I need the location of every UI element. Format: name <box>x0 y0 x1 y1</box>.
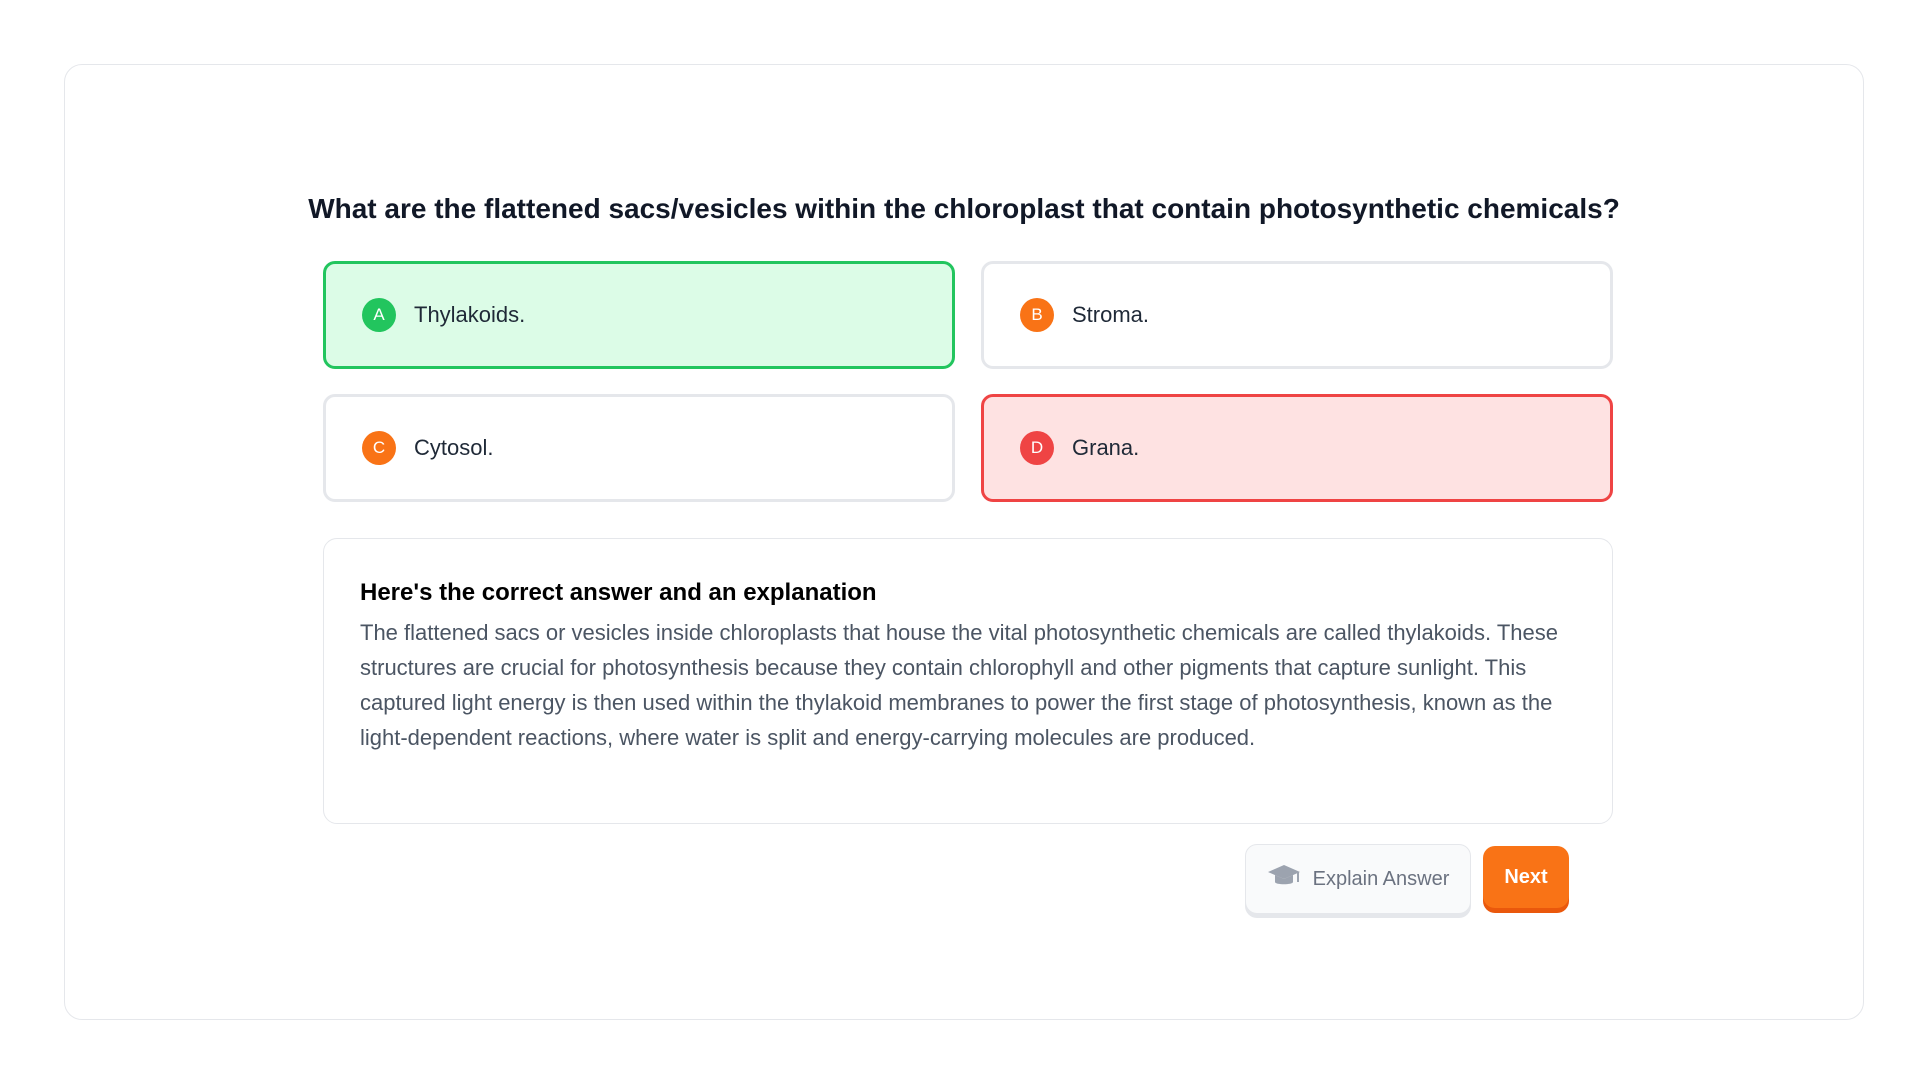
explanation-panel: Here's the correct answer and an explana… <box>323 538 1613 824</box>
option-b[interactable]: B Stroma. <box>981 261 1613 369</box>
option-b-letter-badge: B <box>1020 298 1054 332</box>
option-c-text: Cytosol. <box>414 435 494 460</box>
option-d[interactable]: D Grana. <box>981 394 1613 502</box>
explanation-title: Here's the correct answer and an explana… <box>360 579 877 606</box>
option-d-letter-badge: D <box>1020 431 1054 465</box>
question-text: What are the flattened sacs/vesicles wit… <box>308 193 1620 224</box>
option-a-letter-badge: A <box>362 298 396 332</box>
option-d-text: Grana. <box>1072 435 1140 460</box>
next-button[interactable]: Next <box>1483 846 1569 908</box>
option-a[interactable]: A Thylakoids. <box>323 261 955 369</box>
answer-options: A Thylakoids. B Stroma. C Cytosol. D Gra… <box>323 261 1613 502</box>
option-a-text: Thylakoids. <box>414 302 526 327</box>
option-c-letter-badge: C <box>362 431 396 465</box>
explain-answer-label: Explain Answer <box>1312 867 1450 890</box>
option-c[interactable]: C Cytosol. <box>323 394 955 502</box>
graduation-cap-icon <box>1267 863 1301 895</box>
explanation-body: The flattened sacs or vesicles inside ch… <box>360 620 1559 750</box>
explain-answer-button[interactable]: Explain Answer <box>1245 844 1471 914</box>
action-bar: Explain Answer Next <box>1245 844 1569 914</box>
quiz-card: What are the flattened sacs/vesicles wit… <box>64 64 1864 1020</box>
option-b-text: Stroma. <box>1072 302 1150 327</box>
